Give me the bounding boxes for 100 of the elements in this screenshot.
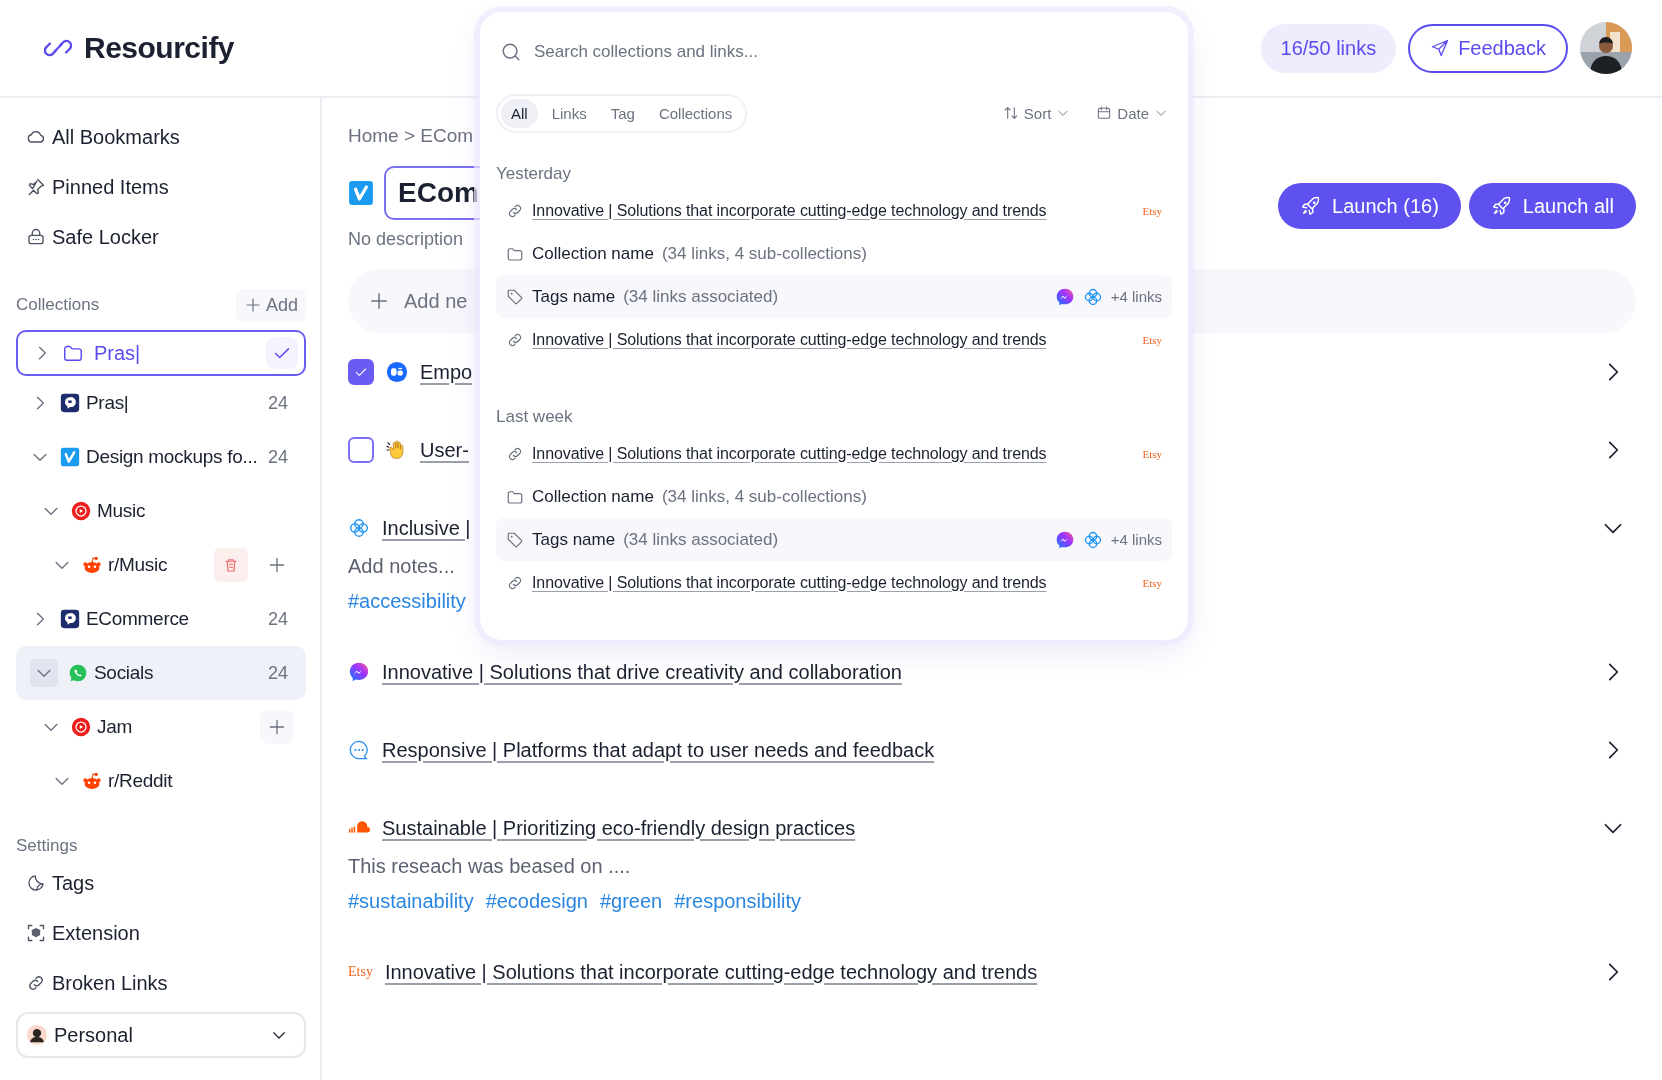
result-name[interactable]: Collection name — [532, 486, 654, 507]
result-name: Tags name — [532, 286, 616, 307]
nav-item[interactable]: Safe Locker — [16, 212, 306, 262]
feedback-button[interactable]: Feedback — [1408, 23, 1568, 73]
logo-icon — [386, 361, 408, 383]
play-icon — [71, 501, 91, 521]
link-count: +4 links — [1110, 288, 1162, 305]
rocket-icon — [1490, 195, 1513, 217]
nav-item[interactable]: Pinned Items — [16, 162, 306, 212]
link-title[interactable]: Responsive | Platforms that adapt to user needs and feedback — [382, 738, 935, 762]
source-logo: Etsy — [348, 964, 373, 980]
search-result[interactable]: Tags name (34 links associated) +4 links — [496, 518, 1172, 561]
checkbox[interactable] — [348, 359, 374, 385]
delete-button[interactable] — [214, 548, 248, 582]
plus-icon — [368, 290, 390, 312]
link-title[interactable]: Inclusive | — [382, 516, 471, 540]
section-label: Settings — [16, 835, 79, 857]
tag-icon — [506, 530, 524, 549]
group-title: Yesterday — [496, 163, 572, 185]
nav-item[interactable]: Tags — [16, 858, 306, 908]
tag-link[interactable]: #sustainability — [348, 889, 474, 913]
link-title[interactable]: Innovative | Solutions that incorporate cutting-edge technology and trends — [384, 960, 1038, 984]
alien-icon — [82, 771, 102, 791]
add-button[interactable]: Add — [235, 288, 306, 322]
avatar-icon — [26, 1024, 48, 1046]
app-name: Resourcify — [84, 31, 235, 65]
result-link[interactable]: Innovative | Solutions that incorporate cutting-edge technology and trends — [532, 330, 1047, 349]
spiral-icon — [348, 517, 370, 539]
plus-icon — [267, 717, 287, 737]
field-value: Pras| — [94, 341, 142, 365]
chat-icon — [60, 393, 80, 413]
chat-icon — [60, 609, 80, 629]
nav-item[interactable]: Broken Links — [16, 958, 306, 1008]
result-name: Tags name — [532, 529, 616, 550]
filter-tab[interactable]: All — [501, 98, 538, 128]
collection-name-field[interactable]: Pras| — [16, 330, 306, 376]
section-label: Collections — [16, 295, 100, 315]
search-result[interactable]: Tags name (34 links associated) +4 links — [496, 275, 1172, 318]
result-link[interactable]: Innovative | Solutions that incorporate cutting-edge technology and trends — [532, 444, 1047, 463]
spiral-icon — [1082, 529, 1103, 550]
usage-badge: 16/50 links — [1260, 23, 1397, 73]
launch-button[interactable]: Launch all — [1468, 183, 1636, 229]
result-detail: (34 links, 4 sub-collections) — [661, 243, 867, 264]
lock-icon — [26, 227, 46, 247]
link-title[interactable]: User- — [420, 438, 469, 462]
nav-item[interactable]: Extension — [16, 908, 306, 958]
sticker-icon — [26, 873, 46, 893]
chat-bubble-icon — [348, 661, 370, 683]
result-link[interactable]: Innovative | Solutions that incorporate cutting-edge technology and trends — [532, 573, 1047, 592]
result-name[interactable]: Collection name — [532, 243, 654, 264]
chat-bubble-icon — [1054, 529, 1075, 550]
source-logo: Etsy — [1142, 204, 1162, 217]
tag-link[interactable]: #green — [599, 889, 663, 913]
filter-tab[interactable]: Tag — [600, 98, 645, 128]
link-title[interactable]: Empo — [420, 360, 473, 384]
filter-tab[interactable]: Collections — [648, 98, 743, 128]
link-icon — [26, 973, 46, 993]
tree-item[interactable]: Socials 24 — [16, 646, 306, 700]
result-detail: (34 links associated) — [623, 286, 779, 307]
source-logo: Etsy — [1142, 576, 1162, 589]
alien-icon — [82, 555, 102, 575]
result-detail: (34 links, 4 sub-collections) — [661, 486, 867, 507]
calendar-icon — [1096, 105, 1113, 121]
tag-link[interactable]: #accessibility — [348, 589, 466, 613]
pin-icon — [26, 177, 46, 197]
chat-bubble-icon — [1054, 286, 1075, 307]
tree-item[interactable]: Design mockups fo... 24 — [16, 430, 306, 484]
tag-link[interactable]: #ecodesign — [485, 889, 588, 913]
nav-item[interactable]: All Bookmarks — [16, 112, 306, 162]
tag-link[interactable]: #responsibility — [674, 889, 801, 913]
source-logo: Etsy — [1142, 447, 1162, 460]
tree-item[interactable]: r/Reddit — [16, 754, 306, 808]
tree-item[interactable]: Jam — [16, 700, 306, 754]
launch-button[interactable]: Launch (16) — [1278, 183, 1461, 229]
link-title[interactable]: Innovative | Solutions that drive creativity and collaboration — [382, 660, 902, 684]
sort-button[interactable]: Sort — [1002, 104, 1071, 122]
tree-item[interactable]: ECommerce 24 — [16, 592, 306, 646]
result-link[interactable]: Innovative | Solutions that incorporate cutting-edge technology and trends — [532, 201, 1047, 220]
date-button[interactable]: Date — [1096, 104, 1168, 122]
checkbox[interactable] — [348, 437, 374, 463]
workspace-dropdown[interactable]: Personal — [16, 1012, 306, 1058]
phone-icon — [68, 663, 88, 683]
notes-text[interactable]: This reseach was beased on .... — [348, 848, 1626, 884]
send-icon — [1430, 38, 1451, 58]
tag-icon — [506, 287, 524, 306]
link-title[interactable]: Sustainable | Prioritizing eco-friendly design practices — [382, 816, 856, 840]
sort-icon — [1002, 105, 1019, 121]
add-button[interactable] — [260, 710, 294, 744]
play-icon — [71, 717, 91, 737]
source-logo: Etsy — [1142, 333, 1162, 346]
filter-tab[interactable]: Links — [541, 98, 597, 128]
logo-icon — [348, 180, 374, 206]
tree-item[interactable]: Music — [16, 484, 306, 538]
spiral-icon — [1082, 286, 1103, 307]
search-icon — [500, 41, 522, 63]
link-count: +4 links — [1110, 531, 1162, 548]
confirm-button[interactable] — [266, 337, 298, 369]
tree-item[interactable]: r/Music — [16, 538, 306, 592]
tree-item[interactable]: Pras| 24 — [16, 376, 306, 430]
trash-icon — [222, 556, 240, 574]
